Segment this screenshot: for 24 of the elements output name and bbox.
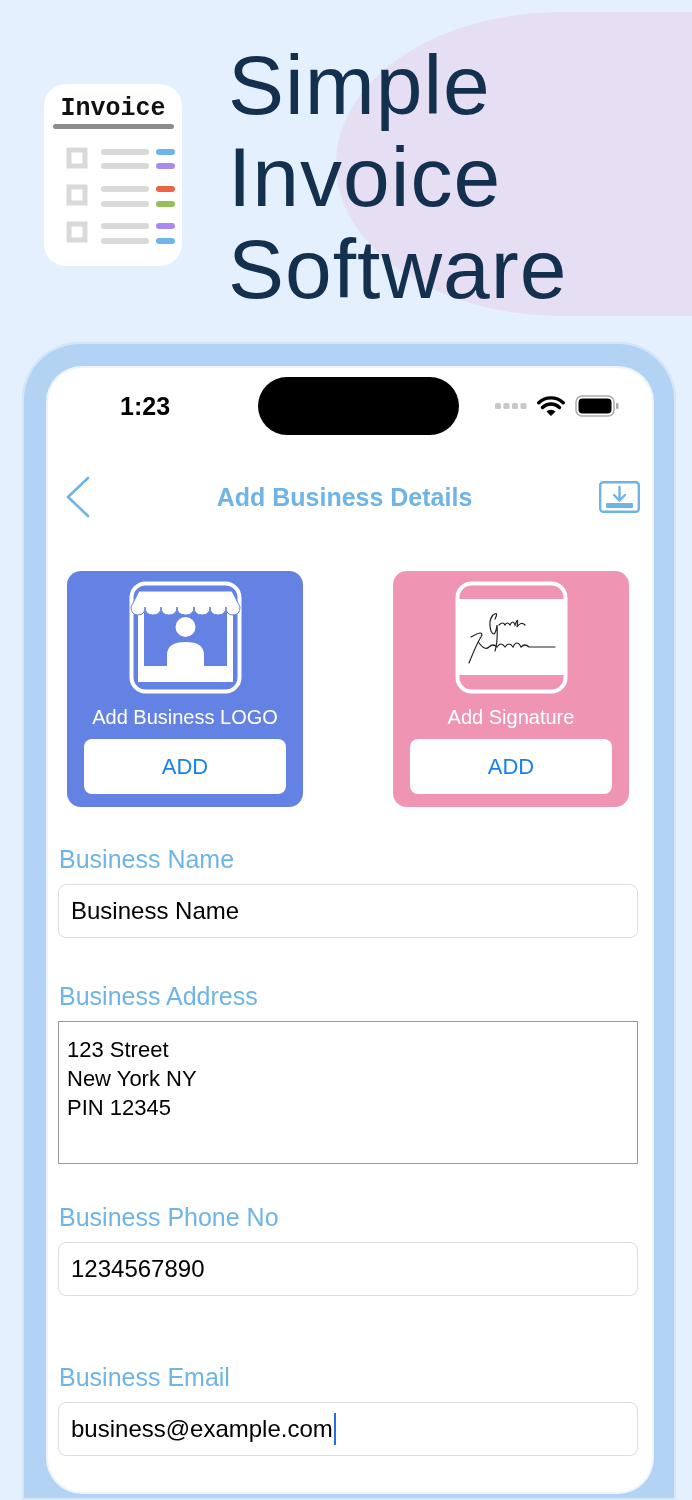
field-label: Business Address xyxy=(59,981,259,1011)
status-time: 1:23 xyxy=(120,391,172,421)
card-label: Add Business LOGO xyxy=(92,705,278,729)
app-icon-title: Invoice xyxy=(60,96,166,122)
field-label: Business Phone No xyxy=(59,1202,280,1232)
battery-icon xyxy=(575,395,619,417)
storefront-icon xyxy=(128,581,242,694)
add-button[interactable]: ADD xyxy=(410,739,612,794)
headline-line: Software xyxy=(228,223,568,315)
screen-title: Add Business Details xyxy=(215,482,474,512)
field-label: Business Name xyxy=(59,844,236,874)
add-button[interactable]: ADD xyxy=(84,739,286,794)
address-field[interactable]: 123 Street New York NY PIN 12345 xyxy=(58,1021,638,1164)
text-field[interactable]: business@example.com xyxy=(58,1402,638,1456)
headline-line: Simple xyxy=(228,39,492,131)
back-chevron-icon[interactable] xyxy=(66,476,90,518)
field-label: Business Email xyxy=(59,1362,231,1392)
download-icon[interactable] xyxy=(599,481,640,513)
headline-line: Invoice xyxy=(228,131,503,223)
card-label: Add Signature xyxy=(447,705,575,729)
text-field[interactable]: 1234567890 xyxy=(58,1242,638,1296)
signal-icon xyxy=(495,402,527,410)
text-field[interactable]: Business Name xyxy=(58,884,638,938)
wifi-icon xyxy=(537,395,565,417)
